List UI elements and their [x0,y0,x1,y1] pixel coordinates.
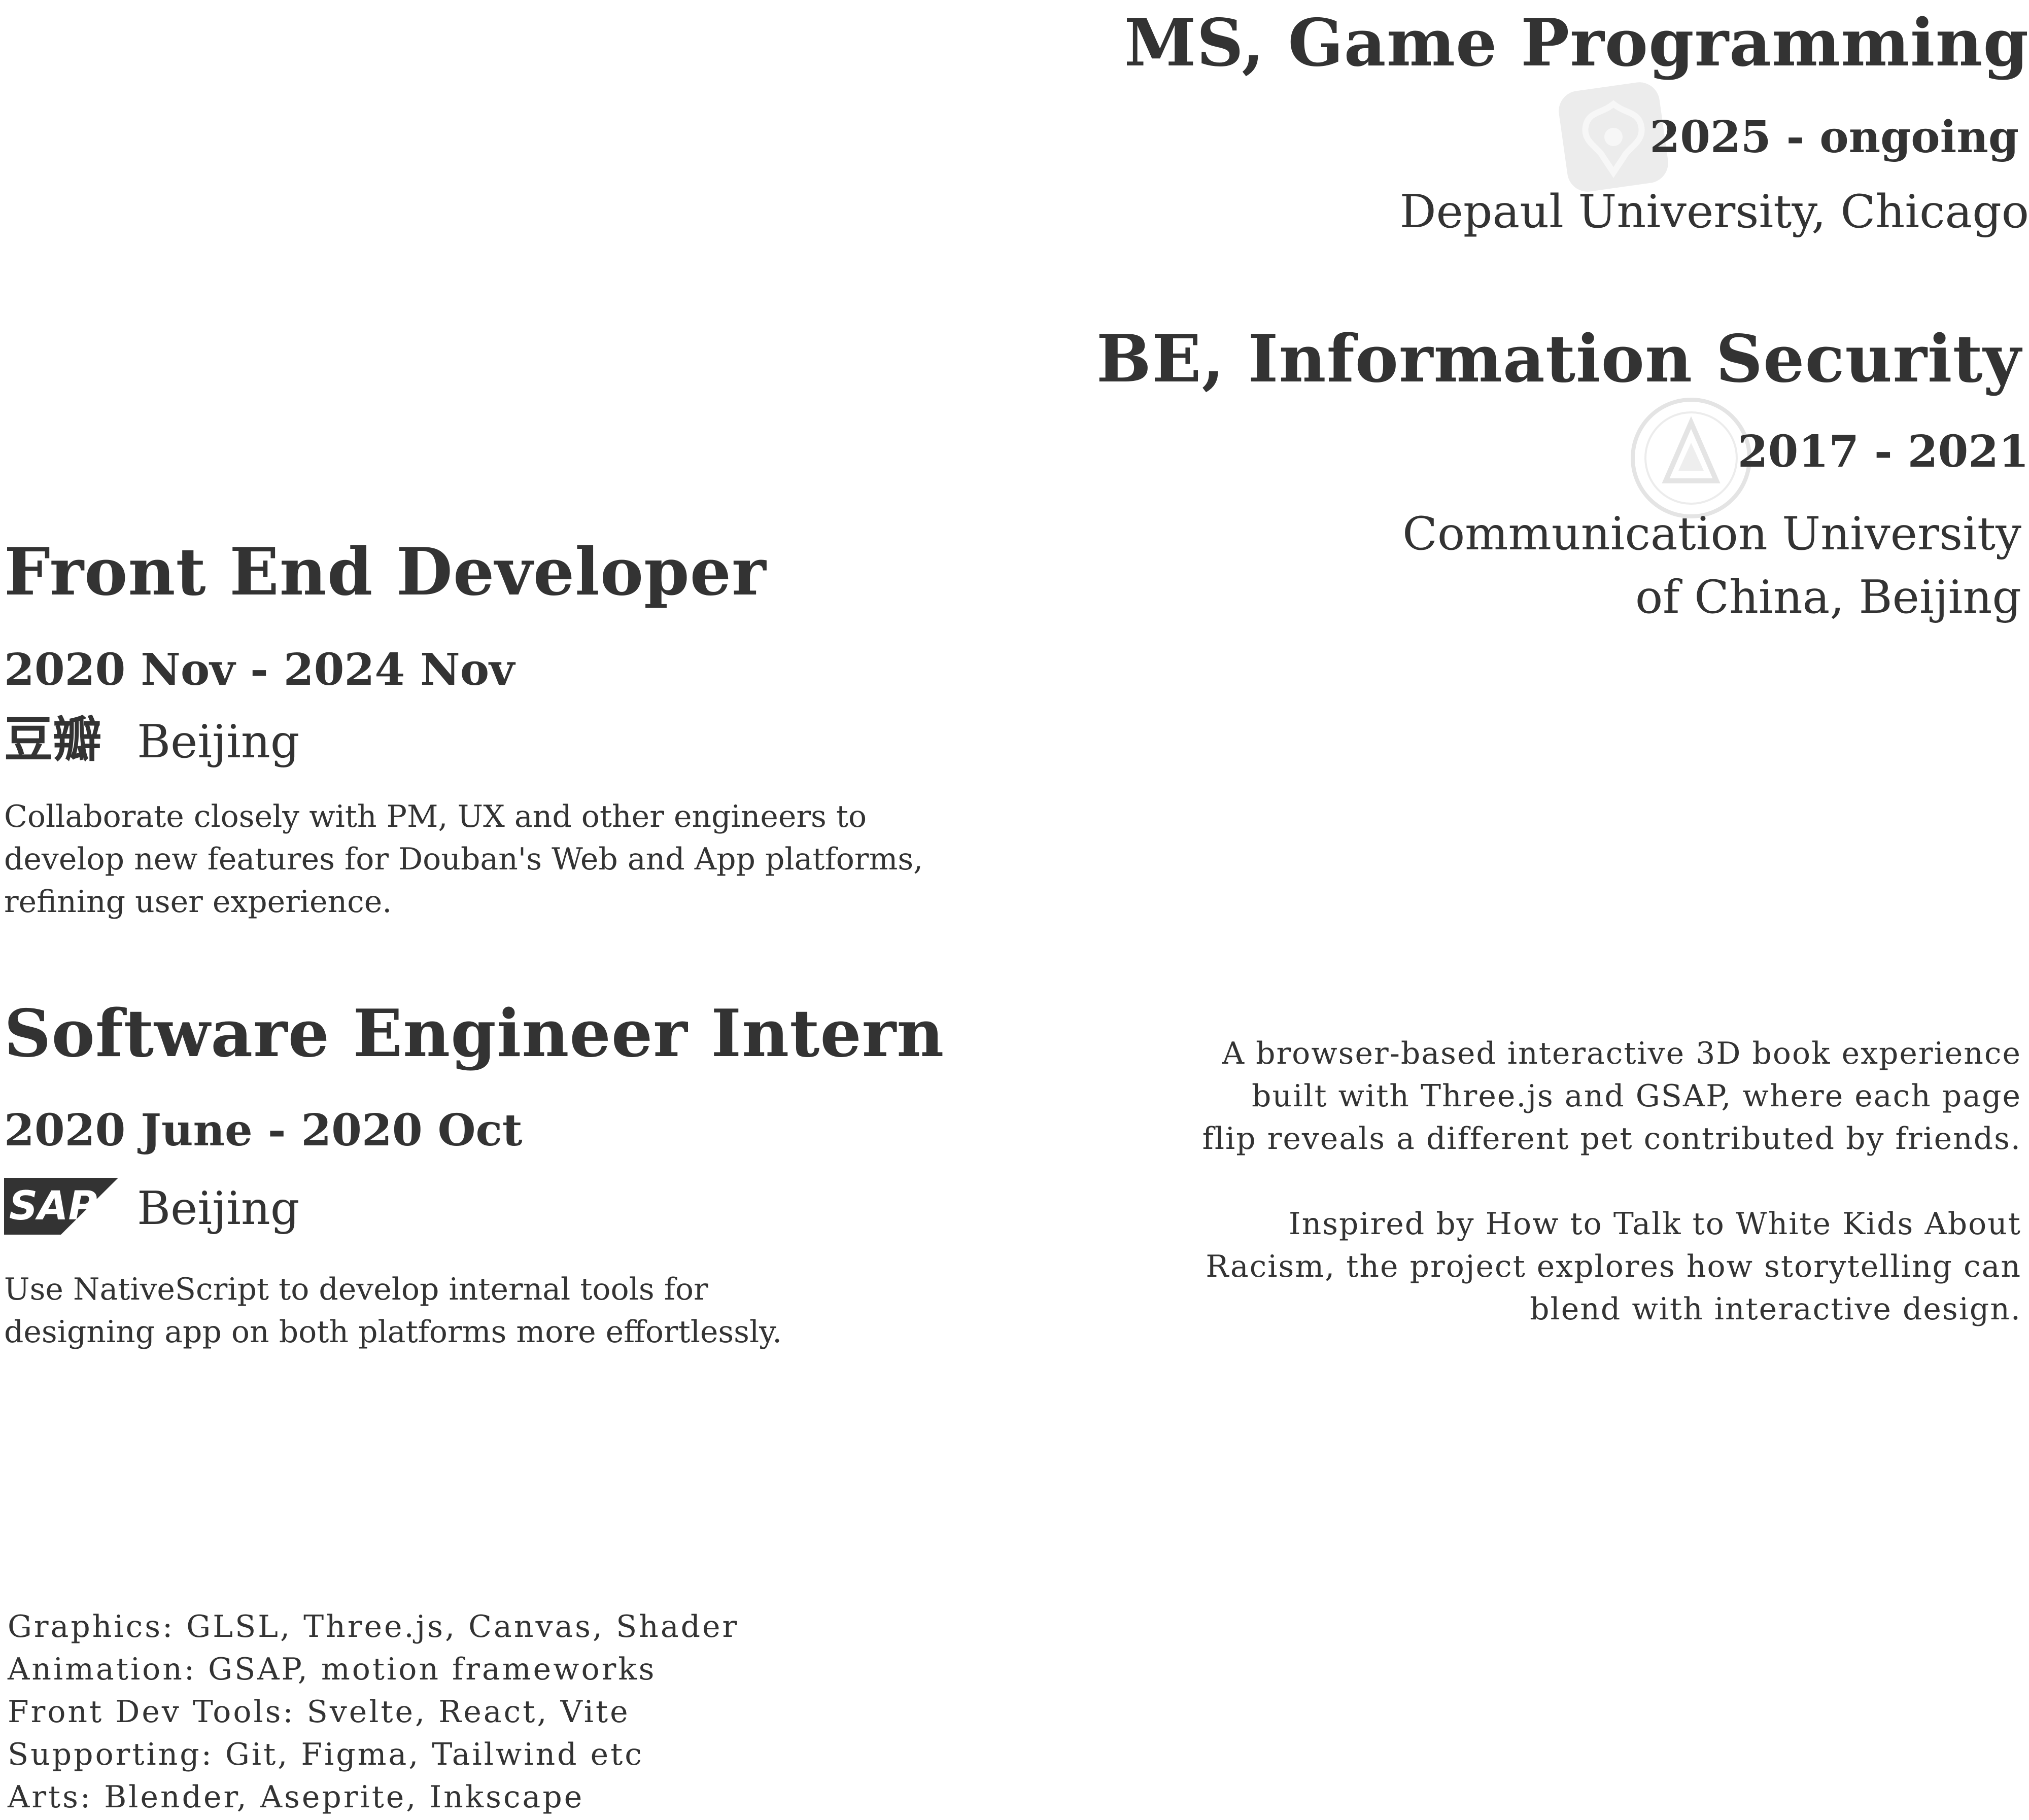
project-line: A browser-based interactive 3D book expe… [1222,1036,2021,1071]
education-degree-be: BE, Information Security [1096,321,2021,397]
job-dates-frontend: 2020 Nov - 2024 Nov [4,644,515,695]
education-dates-be: 2017 - 2021 [1737,426,2029,477]
job-desc-line: Collaborate closely with PM, UX and othe… [4,799,867,834]
project-line: blend with interactive design. [1530,1291,2021,1327]
skill-item: Arts: Blender, Aseprite, Inkscape [8,1779,584,1815]
skill-item: Animation: GSAP, motion frameworks [8,1652,657,1687]
skill-item: Front Dev Tools: Svelte, React, Vite [8,1694,630,1730]
job-desc-frontend: Collaborate closely with PM, UX and othe… [4,795,968,923]
job-desc-intern: Use NativeScript to develop internal too… [4,1268,968,1353]
project-line: Inspired by How to Talk to White Kids Ab… [1288,1206,2021,1242]
education-school-be: Communication University of China, Beiji… [1402,502,2021,629]
job-desc-line: Use NativeScript to develop internal too… [4,1272,708,1307]
job-location-intern: Beijing [137,1182,300,1235]
project-spacer [1159,1160,2021,1203]
project-line: built with Three.js and GSAP, where each… [1252,1078,2021,1114]
job-dates-intern: 2020 June - 2020 Oct [4,1105,523,1156]
education-school-ms: Depaul University, Chicago [1399,185,2029,238]
project-line: flip reveals a different pet contributed… [1202,1121,2021,1157]
job-title-intern: Software Engineer Intern [4,996,945,1072]
job-title-frontend: Front End Developer [4,534,767,610]
education-dates-ms: 2025 - ongoing [1649,112,2019,163]
job-location-frontend: Beijing [137,715,300,768]
project-line: Racism, the project explores how storyte… [1206,1249,2021,1284]
education-degree-ms: MS, Game Programming [1124,5,2029,81]
douban-logo: 豆瓣 [4,711,101,768]
skills-list: Graphics: GLSL, Three.js, Canvas, Shader… [8,1605,739,1818]
education-school-be-line1: Communication University [1402,507,2021,561]
education-school-be-line2: of China, Beijing [1635,571,2021,624]
job-desc-line: develop new features for Douban's Web an… [4,842,923,877]
project-description: A browser-based interactive 3D book expe… [1159,1032,2021,1331]
sap-logo: SAP [4,1178,118,1235]
job-desc-line: refining user experience. [4,884,392,920]
skill-item: Supporting: Git, Figma, Tailwind etc [8,1737,644,1772]
sap-logo-text: SAP [9,1183,97,1229]
skill-item: Graphics: GLSL, Three.js, Canvas, Shader [8,1609,739,1644]
job-desc-line: designing app on both platforms more eff… [4,1314,782,1350]
